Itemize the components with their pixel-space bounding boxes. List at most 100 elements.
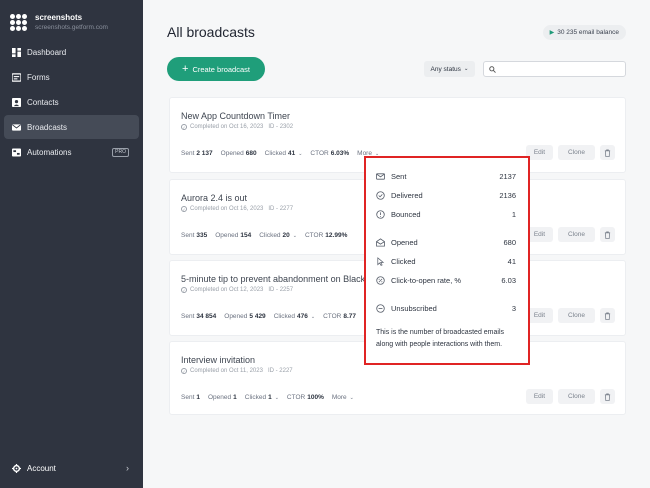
create-broadcast-label: Create broadcast bbox=[192, 64, 250, 74]
plus-icon: + bbox=[182, 62, 189, 75]
email-balance-badge[interactable]: ▶ 30 235 email balance bbox=[542, 25, 626, 40]
status-filter-select[interactable]: Any status ⌄ bbox=[424, 61, 475, 77]
broadcast-title[interactable]: New App Countdown Timer bbox=[181, 111, 290, 121]
mail-icon bbox=[12, 123, 21, 132]
popover-row-opened: Opened 680 bbox=[376, 238, 516, 247]
forms-icon bbox=[12, 72, 21, 82]
sidebar-item-label: Broadcasts bbox=[27, 122, 68, 132]
broadcast-title[interactable]: Interview invitation bbox=[181, 355, 255, 365]
stat-sent: Sent 34 854 bbox=[181, 313, 217, 320]
popover-note: This is the number of broadcasted emails… bbox=[376, 329, 505, 348]
popover-row-clicked: Clicked 41 bbox=[376, 257, 516, 266]
broadcast-stats: Sent 335 Opened 154 Clicked 20 ⌄ CTOR 12.99% bbox=[181, 232, 355, 239]
broadcast-id: ID - 2257 bbox=[268, 287, 294, 293]
account-menu[interactable]: Account › bbox=[4, 460, 139, 476]
stats-popover: Sent 2137 Delivered 2136 Bounced 1 Opened 68… bbox=[364, 156, 530, 365]
broadcast-stats: Sent 1 Opened 1 Clicked 1 ⌄ CTOR 100% More ⌄ bbox=[181, 394, 362, 401]
sidebar-item-label: Forms bbox=[27, 72, 50, 82]
stat-ctor: CTOR 12.99% bbox=[304, 232, 348, 239]
stat-clicked[interactable]: Clicked 1 ⌄ bbox=[245, 394, 279, 401]
search-input[interactable] bbox=[499, 65, 619, 73]
broadcast-id: ID - 2277 bbox=[268, 206, 294, 212]
broadcast-title[interactable]: 5-minute tip to prevent abandonment on B… bbox=[181, 274, 365, 284]
check-circle-icon: ✓ bbox=[181, 287, 187, 293]
card-actions: Edit Clone bbox=[521, 389, 615, 404]
chevron-down-icon: ⌄ bbox=[292, 233, 297, 239]
open-envelope-icon bbox=[376, 238, 385, 247]
status-filter-label: Any status bbox=[430, 65, 461, 73]
dashboard-icon bbox=[12, 47, 21, 57]
stat-ctor: CTOR 100% bbox=[286, 394, 324, 401]
brand-subdomain: screenshots.getform.com bbox=[35, 24, 108, 31]
stat-opened: Opened 680 bbox=[220, 150, 257, 157]
brand-logo-icon bbox=[10, 14, 27, 31]
broadcast-meta: ✓ Completed on Oct 16, 2023 ID - 2302 bbox=[181, 124, 293, 130]
stat-opened: Opened 154 bbox=[215, 232, 252, 239]
clone-button[interactable]: Clone bbox=[558, 145, 595, 160]
chevron-right-icon: › bbox=[126, 463, 129, 473]
email-balance-text: 30 235 email balance bbox=[557, 29, 619, 36]
delete-button[interactable] bbox=[600, 308, 615, 323]
broadcast-stats: Sent 2 137 Opened 680 Clicked 41 ⌄ CTOR 6.03%… bbox=[181, 150, 387, 157]
sidebar-item-broadcasts[interactable]: Broadcasts bbox=[4, 115, 139, 139]
chevron-down-icon: ⌄ bbox=[463, 66, 469, 72]
chevron-down-icon: ⌄ bbox=[310, 314, 316, 320]
search-icon bbox=[489, 65, 496, 73]
sidebar-item-dashboard[interactable]: Dashboard bbox=[4, 40, 139, 64]
stat-ctor: CTOR 8.77 bbox=[323, 313, 357, 320]
more-dropdown[interactable]: More ⌄ bbox=[332, 394, 354, 401]
sidebar-item-automations[interactable]: Automations PRO bbox=[4, 140, 139, 164]
check-circle-icon: ✓ bbox=[181, 124, 187, 130]
card-actions: Edit Clone bbox=[521, 145, 615, 160]
search-box[interactable] bbox=[483, 61, 626, 77]
pro-badge: PRO bbox=[112, 147, 129, 157]
delete-button[interactable] bbox=[600, 227, 615, 242]
chevron-down-icon: ⌄ bbox=[298, 151, 303, 157]
broadcast-meta: ✓ Completed on Oct 12, 2023 ID - 2257 bbox=[181, 287, 293, 293]
popover-row-sent: Sent 2137 bbox=[376, 172, 516, 181]
delete-button[interactable] bbox=[600, 145, 615, 160]
broadcast-id: ID - 2227 bbox=[267, 368, 293, 374]
popover-row-unsubscribed: Unsubscribed 3 bbox=[376, 304, 516, 313]
stat-opened: Opened 5 429 bbox=[224, 313, 266, 320]
sidebar-item-label: Dashboard bbox=[27, 47, 67, 57]
broadcast-title[interactable]: Aurora 2.4 is out bbox=[181, 193, 247, 203]
brand-name: screenshots bbox=[35, 13, 83, 22]
stat-sent: Sent 2 137 bbox=[181, 150, 213, 157]
broadcast-status: Completed on Oct 16, 2023 bbox=[190, 206, 264, 212]
trash-icon bbox=[604, 393, 611, 401]
automations-icon bbox=[12, 147, 21, 157]
clone-button[interactable]: Clone bbox=[558, 389, 595, 404]
account-label: Account bbox=[27, 463, 56, 473]
sidebar-nav: Dashboard Forms Contacts Broadcasts Auto… bbox=[0, 40, 143, 164]
edit-button[interactable]: Edit bbox=[525, 389, 554, 404]
broadcast-meta: ✓ Completed on Oct 16, 2023 ID - 2277 bbox=[181, 206, 293, 212]
broadcast-status: Completed on Oct 12, 2023 bbox=[190, 287, 264, 293]
trash-icon bbox=[604, 149, 611, 157]
trash-icon bbox=[604, 312, 611, 320]
chevron-down-icon: ⌄ bbox=[274, 395, 279, 401]
contacts-icon bbox=[12, 97, 21, 107]
popover-row-bounced: Bounced 1 bbox=[376, 210, 516, 219]
create-broadcast-button[interactable]: + Create broadcast bbox=[167, 57, 265, 81]
clone-button[interactable]: Clone bbox=[558, 308, 595, 323]
stat-clicked[interactable]: Clicked 41 ⌄ bbox=[265, 150, 303, 157]
sidebar: screenshots screenshots.getform.com Dash… bbox=[0, 0, 143, 488]
gear-icon bbox=[12, 463, 21, 473]
percent-icon bbox=[376, 276, 385, 285]
page-title: All broadcasts bbox=[167, 24, 255, 40]
delete-button[interactable] bbox=[600, 389, 615, 404]
stat-clicked[interactable]: Clicked 476 ⌄ bbox=[274, 313, 315, 320]
sidebar-item-label: Automations bbox=[27, 147, 72, 157]
clone-button[interactable]: Clone bbox=[558, 227, 595, 242]
stat-clicked[interactable]: Clicked 20 ⌄ bbox=[259, 232, 297, 239]
cursor-icon bbox=[376, 257, 385, 266]
sidebar-item-forms[interactable]: Forms bbox=[4, 65, 139, 89]
sidebar-item-contacts[interactable]: Contacts bbox=[4, 90, 139, 114]
stat-sent: Sent 335 bbox=[181, 232, 208, 239]
brand[interactable]: screenshots screenshots.getform.com bbox=[0, 0, 143, 36]
stat-ctor: CTOR 6.03% bbox=[310, 150, 350, 157]
sidebar-item-label: Contacts bbox=[27, 97, 59, 107]
warning-circle-icon bbox=[376, 210, 385, 219]
broadcast-status: Completed on Oct 16, 2023 bbox=[190, 124, 264, 130]
